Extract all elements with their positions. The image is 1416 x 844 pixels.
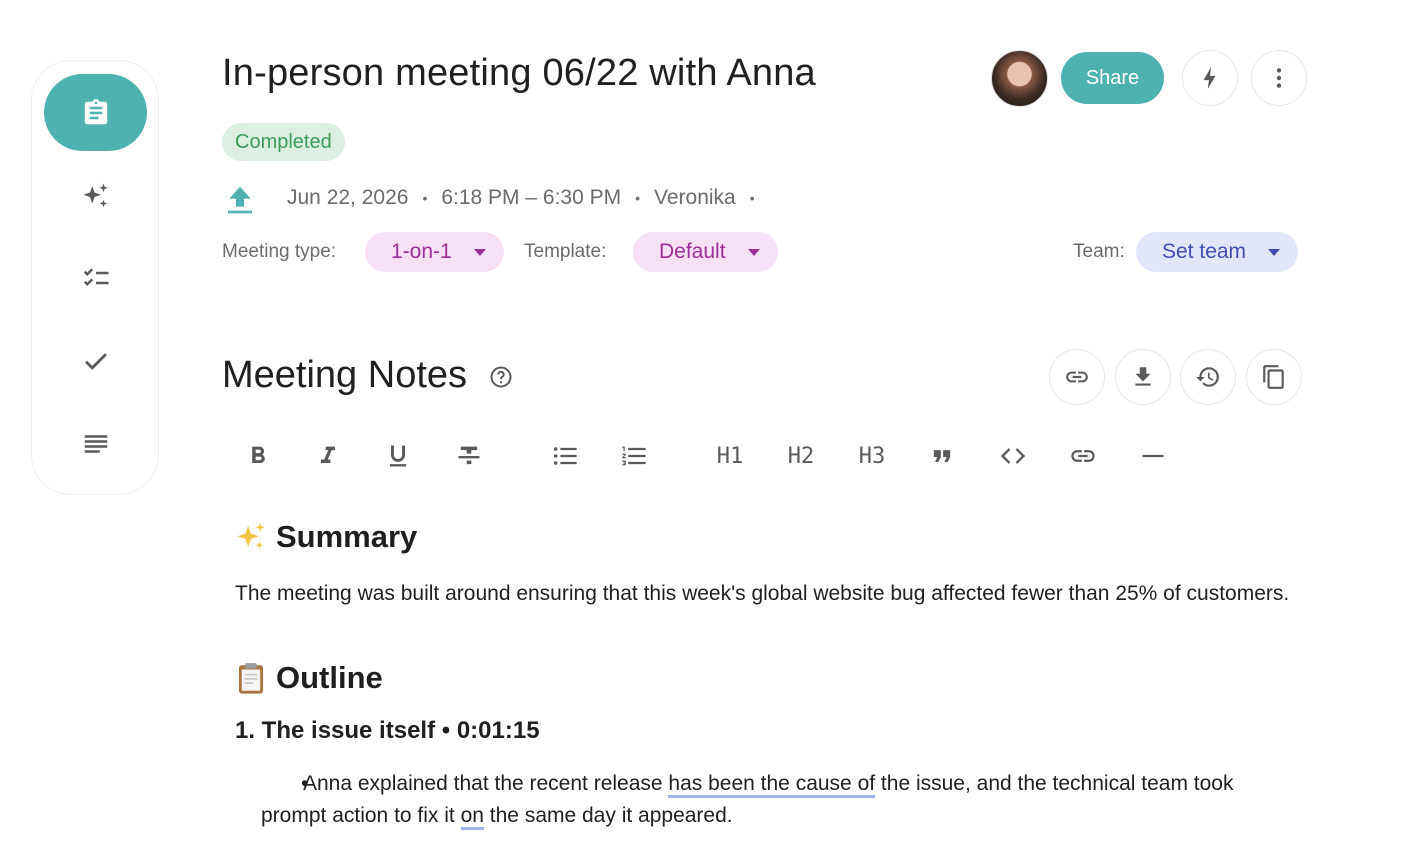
heading-2-label: H2 [787,443,815,469]
meeting-owner: Veronika [654,186,736,209]
heading-1-button[interactable]: H1 [710,436,750,476]
caret-down-icon [1268,248,1281,256]
strikethrough-button[interactable] [449,436,489,476]
sidebar [31,60,159,495]
help-icon[interactable] [489,365,513,389]
clipboard-emoji-icon [238,663,264,694]
copy-button[interactable] [1246,349,1302,405]
underline-button[interactable] [378,436,418,476]
sidebar-item-ai[interactable] [44,157,147,234]
text-lines-icon [84,434,107,453]
strikethrough-icon [458,446,480,465]
template-value: Default [659,240,726,263]
sidebar-item-notes[interactable] [44,74,147,151]
download-button[interactable] [1115,349,1171,405]
bold-icon [252,446,265,463]
page-title: In-person meeting 06/22 with Anna [222,52,816,94]
meeting-time: 6:18 PM – 6:30 PM [441,186,622,209]
outline-item-heading: 1. The issue itself • 0:01:15 [235,717,540,744]
heading-3-button[interactable]: H3 [852,436,892,476]
caret-down-icon [747,248,760,256]
check-icon [84,352,107,370]
template-select[interactable]: Default [633,232,778,272]
template-label: Template: [524,241,607,262]
meta-separator: • [749,190,755,206]
heading-3-label: H3 [858,443,886,469]
team-value: Set team [1162,240,1247,263]
avatar[interactable] [991,50,1048,107]
team-label: Team: [1073,241,1125,262]
list-item: •Anna explained that the recent release … [261,768,1281,832]
team-select[interactable]: Set team [1136,232,1299,272]
meta-separator: • [635,190,641,206]
sparkles-icon [83,183,108,207]
bullet-dot: • [301,772,309,795]
copy-icon [1263,365,1284,389]
numbered-list-icon [622,446,646,466]
history-button[interactable] [1180,349,1236,405]
bold-button[interactable] [238,436,278,476]
italic-button[interactable] [308,436,348,476]
heading-1-label: H1 [716,443,744,469]
grammar-suggestion[interactable]: has been the cause of [668,772,876,798]
code-button[interactable] [993,436,1033,476]
heading-2-button[interactable]: H2 [781,436,821,476]
meeting-type-select[interactable]: 1-on-1 [365,232,504,272]
bullet-text: Anna explained that the recent release [303,772,669,795]
lightning-icon [1203,67,1216,89]
bullet-list-icon [553,447,577,465]
meeting-date: Jun 22, 2026 [287,186,409,209]
code-icon [1000,448,1026,464]
upload-icon [228,186,252,214]
sparkles-emoji-icon [237,522,265,549]
quote-icon [933,450,951,462]
copy-link-button[interactable] [1049,349,1105,405]
share-button[interactable]: Share [1061,52,1164,104]
numbered-list-button[interactable] [614,436,654,476]
horizontal-rule-icon [1142,454,1164,458]
checklist-icon [83,267,108,286]
meeting-meta: Jun 22, 2026 • 6:18 PM – 6:30 PM • Veron… [287,186,769,210]
more-options-button[interactable] [1251,50,1307,106]
summary-heading: Summary [234,519,417,555]
quote-button[interactable] [922,436,962,476]
sidebar-item-done[interactable] [44,322,147,399]
meeting-type-value: 1-on-1 [391,240,452,263]
caret-down-icon [473,248,486,256]
outline-heading: Outline [234,660,383,696]
grammar-suggestion[interactable]: on [460,804,484,830]
status-badge: Completed [222,123,345,161]
download-icon [1135,367,1151,386]
meta-separator: • [422,190,428,206]
link-icon [1066,371,1088,383]
underline-icon [389,445,407,467]
summary-heading-text: Summary [276,519,418,554]
sidebar-item-transcript[interactable] [44,405,147,482]
notes-clipboard-icon [84,98,107,124]
meeting-type-label: Meeting type: [222,241,337,262]
insert-link-button[interactable] [1063,436,1103,476]
more-vertical-icon [1276,68,1282,88]
italic-icon [321,446,335,463]
quick-action-button[interactable] [1182,50,1238,106]
summary-text: The meeting was built around ensuring th… [235,582,1290,605]
notes-section-title: Meeting Notes [222,354,468,396]
horizontal-rule-button[interactable] [1133,436,1173,476]
bullet-list-button[interactable] [545,436,585,476]
outline-heading-text: Outline [276,660,383,695]
history-icon [1196,367,1219,387]
bullet-text: the same day it appeared. [483,804,733,827]
sidebar-item-checklist[interactable] [44,239,147,316]
link-icon [1071,450,1095,462]
